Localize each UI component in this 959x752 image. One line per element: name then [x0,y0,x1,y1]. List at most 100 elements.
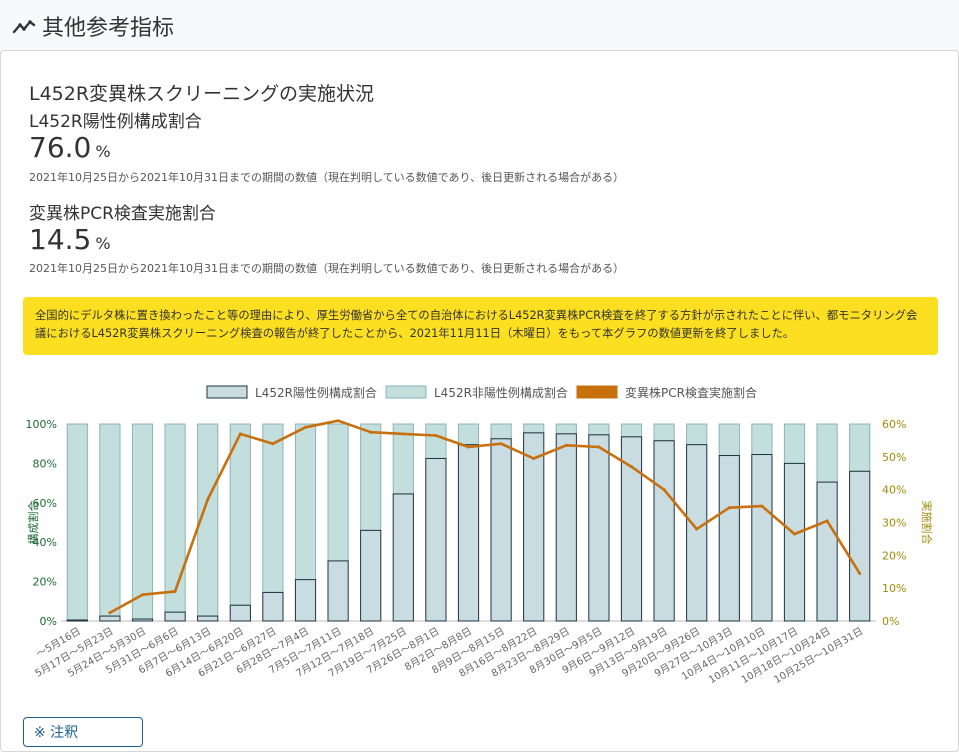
metric-value-pcr-ratio: 14.5% [29,223,111,256]
point-pcr-ratio [532,456,536,460]
bar-positive-ratio [229,604,251,622]
trend-line-icon [12,20,36,34]
y-left-tick-label: 20% [33,576,57,589]
bar-positive-ratio [523,432,545,622]
point-pcr-ratio [858,571,862,575]
y-right-tick-label: 10% [882,582,906,595]
bar-positive-ratio [99,615,121,622]
bar-non-positive-ratio [686,423,708,446]
point-pcr-ratio [793,532,796,536]
bar-non-positive-ratio [164,423,186,613]
bar-positive-ratio [783,462,806,622]
legend-label-1: L452R非陽性例構成割合 [434,385,568,400]
y-left-tick-label: 0% [40,615,57,628]
bar-non-positive-ratio [523,423,545,434]
bar-non-positive-ratio [653,423,675,442]
y-right-tick-label: 0% [882,615,899,628]
y-right-tick-label: 60% [882,418,906,431]
point-pcr-ratio [206,498,210,502]
legend-label-2: 変異株PCR検査実施割合 [625,385,757,400]
point-pcr-ratio [401,432,405,436]
legend-swatch-1 [385,385,427,399]
y-left-axis-label: 構成割合 [26,501,40,545]
bar-positive-ratio [425,457,447,622]
y-left-tick-label: 100% [26,418,57,431]
point-pcr-ratio [271,442,275,446]
bar-positive-ratio [360,529,382,622]
legend-label-0: L452R陽性例構成割合 [255,385,377,400]
point-pcr-ratio [630,465,633,469]
card-title: L452R変異株スクリーニングの実施状況 [29,83,375,105]
end-of-update-notice: 全国的にデルタ株に置き換わったこと等の理由により、厚生労働省から全ての自治体にお… [23,297,938,355]
y-right-axis-label: 実施割合 [920,501,934,545]
legend-swatch-0 [206,385,248,399]
metric-value-positive-ratio: 76.0% [29,131,111,164]
bar-non-positive-ratio [99,423,121,617]
point-pcr-ratio [173,589,177,593]
point-pcr-ratio [564,443,568,447]
bar-positive-ratio [653,440,675,622]
bar-non-positive-ratio [816,423,838,483]
metric-label-pcr-ratio: 変異株PCR検査実施割合 [29,204,216,224]
point-pcr-ratio [141,593,144,597]
bar-non-positive-ratio [849,423,871,472]
bar-positive-ratio [490,438,512,622]
bar-non-positive-ratio [425,423,447,459]
bar-positive-ratio [327,560,349,622]
metric-label-positive-ratio: L452R陽性例構成割合 [29,112,202,132]
point-pcr-ratio [336,419,340,423]
section-header: 其他参考指标 [12,10,174,42]
bar-non-positive-ratio [327,423,349,562]
bar-positive-ratio [620,436,643,622]
bar-positive-ratio [392,493,414,622]
y-right-tick-label: 30% [882,517,906,530]
bar-non-positive-ratio [490,423,512,440]
bar-positive-ratio [262,591,284,622]
bar-positive-ratio [457,444,480,622]
bar-non-positive-ratio [66,423,88,621]
bar-non-positive-ratio [620,423,643,438]
metric-note-pcr-ratio: 2021年10月25日から2021年10月31日までの期間の数値（現在判明してい… [29,262,625,275]
bar-non-positive-ratio [229,423,251,606]
bar-non-positive-ratio [457,423,480,446]
y-right-tick-label: 20% [882,549,906,562]
point-pcr-ratio [662,488,666,492]
chart-card: L452R変異株スクリーニングの実施状況 L452R陽性例構成割合 76.0% … [0,50,959,752]
bar-non-positive-ratio [751,423,773,456]
bar-non-positive-ratio [262,423,284,593]
point-pcr-ratio [304,425,307,429]
point-pcr-ratio [369,430,373,434]
point-pcr-ratio [434,433,438,437]
bar-non-positive-ratio [294,423,317,581]
notes-button[interactable]: ※ 注釈 [23,717,143,747]
point-pcr-ratio [825,519,829,523]
point-pcr-ratio [108,611,112,615]
bar-non-positive-ratio [555,423,577,435]
section-title: 其他参考指标 [42,16,175,41]
bar-positive-ratio [718,455,740,622]
point-pcr-ratio [695,527,699,531]
y-right-tick-label: 50% [882,451,906,464]
combo-chart: L452R陽性例構成割合 L452R非陽性例構成割合 変異株PCR検査実施割合 0% 2… [26,385,934,686]
bar-positive-ratio [588,434,610,622]
point-pcr-ratio [597,445,601,449]
line-pcr-ratio [109,419,861,614]
legend-swatch-2 [576,385,618,399]
point-pcr-ratio [499,442,503,446]
bar-non-positive-ratio [360,423,382,531]
bar-positive-ratio [131,618,154,622]
point-pcr-ratio [760,504,764,508]
bar-non-positive-ratio [783,423,806,464]
bar-positive-ratio [197,615,219,622]
bar-non-positive-ratio [131,423,154,620]
bar-positive-ratio [66,619,88,622]
bar-non-positive-ratio [718,423,740,457]
bar-positive-ratio [816,481,838,622]
bar-positive-ratio [686,444,708,622]
metric-note-positive-ratio: 2021年10月25日から2021年10月31日までの期間の数値（現在判明してい… [29,171,625,184]
point-pcr-ratio [727,506,731,510]
y-left-tick-label: 80% [33,457,57,470]
bar-positive-ratio [294,579,317,622]
point-pcr-ratio [467,445,470,449]
bar-non-positive-ratio [588,423,610,436]
